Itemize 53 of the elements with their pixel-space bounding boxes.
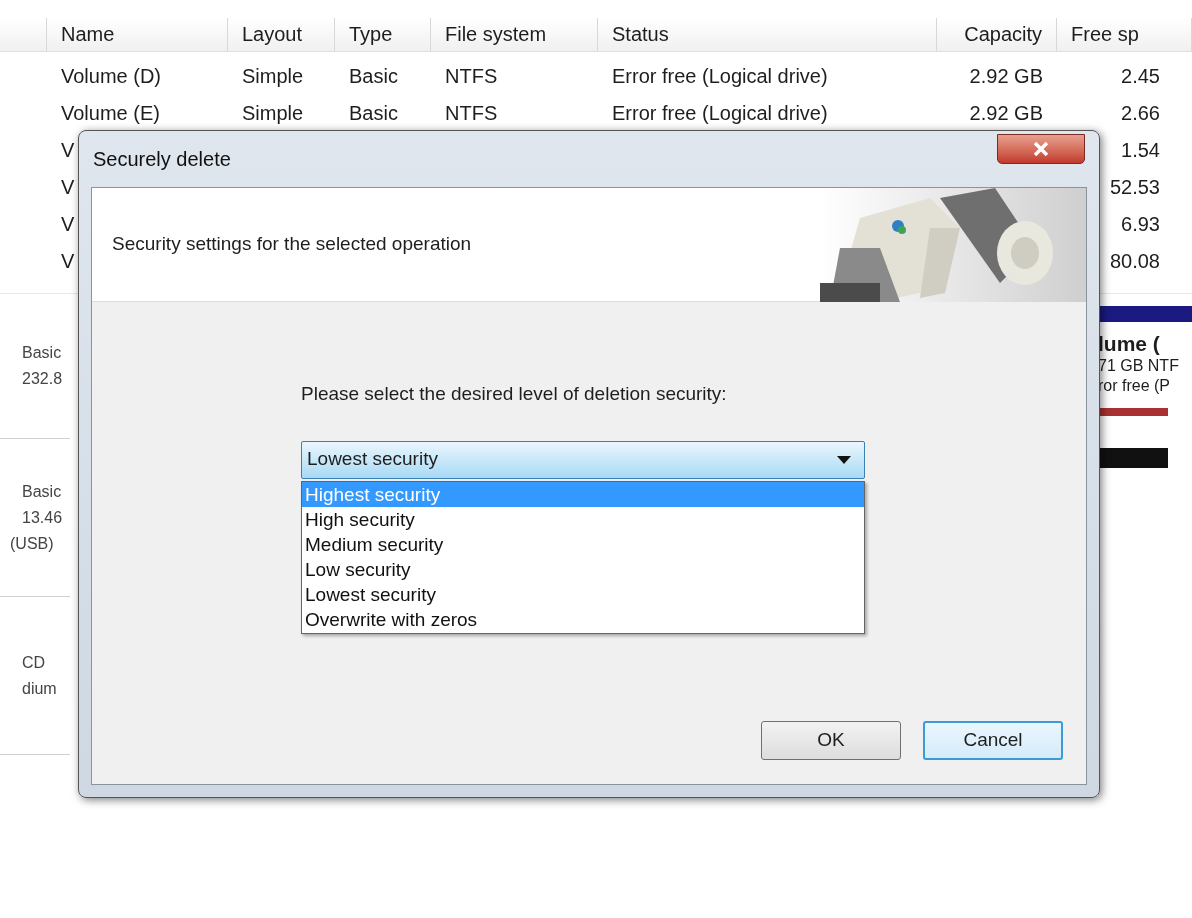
table-cell: 2.45 <box>1121 64 1160 87</box>
close-button[interactable] <box>997 134 1085 164</box>
column-header[interactable]: Layout <box>228 18 335 51</box>
column-header[interactable]: Type <box>335 18 431 51</box>
table-cell: 52.53 <box>1109 175 1160 198</box>
dialog-button[interactable]: Cancel <box>923 721 1063 760</box>
disk-label: 232.8 <box>22 369 64 389</box>
dropdown-option[interactable]: Lowest security <box>302 581 864 607</box>
table-cell: 2.92 GB <box>969 101 1043 124</box>
table-cell: 80.08 <box>1109 249 1160 272</box>
disk-label: Basic <box>22 481 63 502</box>
close-icon <box>1032 141 1050 157</box>
disk-label: CD <box>22 652 47 673</box>
table-cell: NTFS <box>445 64 498 87</box>
table-cell: Basic <box>349 101 398 124</box>
dropdown-option[interactable]: Low security <box>302 556 864 582</box>
dialog-button[interactable]: OK <box>761 721 901 760</box>
table-cell: 6.93 <box>1121 212 1160 235</box>
disk-label: (USB) <box>10 533 55 554</box>
table-cell: 1.54 <box>1121 138 1160 161</box>
column-header[interactable]: File system <box>431 18 598 51</box>
security-dropdown[interactable]: Lowest security <box>301 440 865 479</box>
table-cell: V <box>61 175 75 198</box>
volume-bar <box>1098 408 1168 416</box>
table-cell: 2.92 GB <box>969 64 1043 87</box>
dropdown-option[interactable]: Medium security <box>302 531 864 557</box>
column-header[interactable]: Status <box>598 18 937 51</box>
window-title: Securely delete <box>93 147 231 172</box>
caret-icon <box>837 455 851 464</box>
volume-bar <box>1098 448 1168 468</box>
column-header[interactable]: Capacity <box>937 18 1057 51</box>
table-cell: Volume (D) <box>61 64 162 87</box>
table-cell: Basic <box>349 64 398 87</box>
table-cell: Error free (Logical drive) <box>612 101 828 124</box>
table-cell: NTFS <box>445 101 498 124</box>
table-cell: V <box>61 212 75 235</box>
table-cell: Simple <box>242 101 304 124</box>
volume-size: 71 GB NTF <box>1098 356 1180 376</box>
header-text: Security settings for the selected operation <box>112 232 472 257</box>
dropdown-option[interactable]: Overwrite with zeros <box>302 606 864 632</box>
disk-label: Basic <box>22 343 63 363</box>
table-cell: Simple <box>242 64 304 87</box>
column-header[interactable]: Name <box>47 18 228 51</box>
table-cell: V <box>61 138 75 161</box>
table-cell: 2.66 <box>1121 101 1160 124</box>
column-header[interactable]: Free sp <box>1057 18 1192 51</box>
dropdown-option[interactable]: High security <box>302 506 864 532</box>
table-cell: V <box>61 249 75 272</box>
table-cell: Error free (Logical drive) <box>612 64 828 87</box>
table-cell: Volume (E) <box>61 101 160 124</box>
prompt-text: Please select the desired level of deletion security: <box>301 382 728 406</box>
disk-label: 13.46 <box>22 507 64 528</box>
disk-label: dium <box>22 678 58 699</box>
